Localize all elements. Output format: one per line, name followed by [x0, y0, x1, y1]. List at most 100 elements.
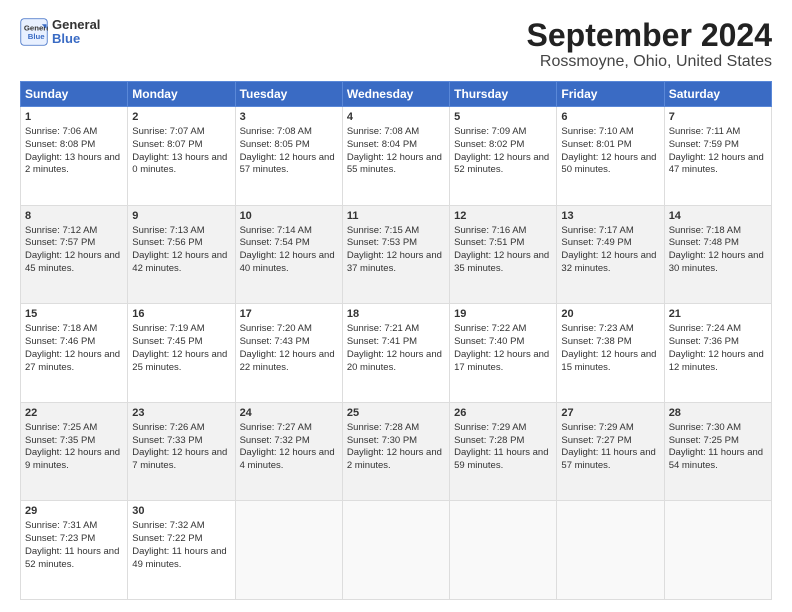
calendar-cell — [342, 501, 449, 600]
day-number: 3 — [240, 110, 338, 125]
calendar-header-row: Sunday Monday Tuesday Wednesday Thursday… — [21, 82, 772, 107]
day-number: 20 — [561, 307, 659, 322]
daylight-text: Daylight: 12 hours and 25 minutes. — [132, 349, 227, 373]
sunset-text: Sunset: 7:33 PM — [132, 435, 202, 446]
calendar-cell: 19Sunrise: 7:22 AMSunset: 7:40 PMDayligh… — [450, 304, 557, 403]
calendar-cell: 3Sunrise: 7:08 AMSunset: 8:05 PMDaylight… — [235, 107, 342, 206]
day-number: 10 — [240, 209, 338, 224]
daylight-text: Daylight: 12 hours and 32 minutes. — [561, 250, 656, 274]
sunrise-text: Sunrise: 7:25 AM — [25, 422, 97, 433]
sunset-text: Sunset: 7:54 PM — [240, 237, 310, 248]
sunset-text: Sunset: 7:23 PM — [25, 533, 95, 544]
calendar-cell: 12Sunrise: 7:16 AMSunset: 7:51 PMDayligh… — [450, 205, 557, 304]
sunrise-text: Sunrise: 7:19 AM — [132, 323, 204, 334]
sunrise-text: Sunrise: 7:10 AM — [561, 126, 633, 137]
page-title: September 2024 — [527, 18, 772, 53]
calendar-cell: 10Sunrise: 7:14 AMSunset: 7:54 PM Dayligh… — [235, 205, 342, 304]
day-number: 25 — [347, 406, 445, 421]
svg-text:Blue: Blue — [28, 32, 46, 41]
calendar-cell: 24Sunrise: 7:27 AMSunset: 7:32 PMDayligh… — [235, 402, 342, 501]
sunrise-text: Sunrise: 7:20 AM — [240, 323, 312, 334]
sunrise-text: Sunrise: 7:08 AM — [347, 126, 419, 137]
day-number: 7 — [669, 110, 767, 125]
sunrise-text: Sunrise: 7:23 AM — [561, 323, 633, 334]
daylight-text: Daylight: 12 hours and 50 minutes. — [561, 152, 656, 176]
col-friday: Friday — [557, 82, 664, 107]
day-number: 4 — [347, 110, 445, 125]
col-tuesday: Tuesday — [235, 82, 342, 107]
sunrise-text: Sunrise: 7:17 AM — [561, 225, 633, 236]
sunrise-text: Sunrise: 7:14 AM — [240, 225, 312, 236]
daylight-text: Daylight: 12 hours and 52 minutes. — [454, 152, 549, 176]
sunset-text: Sunset: 7:56 PM — [132, 237, 202, 248]
sunset-text: Sunset: 7:40 PM — [454, 336, 524, 347]
sunset-text: Sunset: 7:27 PM — [561, 435, 631, 446]
day-number: 8 — [25, 209, 123, 224]
calendar-cell: 23Sunrise: 7:26 AM Sunset: 7:33 PMDayligh… — [128, 402, 235, 501]
day-number: 21 — [669, 307, 767, 322]
day-number: 28 — [669, 406, 767, 421]
calendar-cell: 6Sunrise: 7:10 AMSunset: 8:01 PMDaylight… — [557, 107, 664, 206]
day-number: 1 — [25, 110, 123, 125]
sunrise-text: Sunrise: 7:32 AM — [132, 520, 204, 531]
sunset-text: Sunset: 7:53 PM — [347, 237, 417, 248]
daylight-text: Daylight: 12 hours and 7 minutes. — [132, 447, 227, 471]
daylight-text: Daylight: 12 hours and 4 minutes. — [240, 447, 335, 471]
col-sunday: Sunday — [21, 82, 128, 107]
sunrise-text: Sunrise: 7:26 AM — [132, 422, 204, 433]
day-number: 19 — [454, 307, 552, 322]
day-number: 22 — [25, 406, 123, 421]
calendar-week-row-4: 29Sunrise: 7:31 AMSunset: 7:23 PMDayligh… — [21, 501, 772, 600]
sunrise-text: Sunrise: 7:15 AM — [347, 225, 419, 236]
daylight-text: Daylight: 12 hours and 35 minutes. — [454, 250, 549, 274]
daylight-text: Daylight: 12 hours and 27 minutes. — [25, 349, 120, 373]
sunrise-text: Sunrise: 7:29 AM — [454, 422, 526, 433]
sunset-text: Sunset: 7:25 PM — [669, 435, 739, 446]
sunset-text: Sunset: 7:46 PM — [25, 336, 95, 347]
daylight-text: Daylight: 11 hours and 54 minutes. — [669, 447, 763, 471]
sunrise-text: Sunrise: 7:13 AM — [132, 225, 204, 236]
day-number: 13 — [561, 209, 659, 224]
calendar-cell: 16Sunrise: 7:19 AMSunset: 7:45 PMDayligh… — [128, 304, 235, 403]
sunset-text: Sunset: 7:32 PM — [240, 435, 310, 446]
day-number: 5 — [454, 110, 552, 125]
calendar-cell — [557, 501, 664, 600]
calendar-week-row-1: 8Sunrise: 7:12 AMSunset: 7:57 PMDaylight… — [21, 205, 772, 304]
calendar-cell: 5Sunrise: 7:09 AMSunset: 8:02 PMDaylight… — [450, 107, 557, 206]
daylight-text: Daylight: 12 hours and 37 minutes. — [347, 250, 442, 274]
sunrise-text: Sunrise: 7:09 AM — [454, 126, 526, 137]
daylight-text: Daylight: 12 hours and 55 minutes. — [347, 152, 442, 176]
daylight-text: Daylight: 12 hours and 45 minutes. — [25, 250, 120, 274]
daylight-text: Daylight: 12 hours and 12 minutes. — [669, 349, 764, 373]
day-number: 24 — [240, 406, 338, 421]
sunset-text: Sunset: 7:51 PM — [454, 237, 524, 248]
sunset-text: Sunset: 8:08 PM — [25, 139, 95, 150]
sunrise-text: Sunrise: 7:11 AM — [669, 126, 741, 137]
sunset-text: Sunset: 7:43 PM — [240, 336, 310, 347]
sunrise-text: Sunrise: 7:18 AM — [25, 323, 97, 334]
calendar-cell: 15Sunrise: 7:18 AMSunset: 7:46 PMDayligh… — [21, 304, 128, 403]
col-saturday: Saturday — [664, 82, 771, 107]
daylight-text: Daylight: 12 hours and 9 minutes. — [25, 447, 120, 471]
calendar-cell: 22Sunrise: 7:25 AM Sunset: 7:35 PMDayligh… — [21, 402, 128, 501]
day-number: 23 — [132, 406, 230, 421]
sunset-text: Sunset: 7:35 PM — [25, 435, 95, 446]
calendar-cell: 17Sunrise: 7:20 AMSunset: 7:43 PMDayligh… — [235, 304, 342, 403]
daylight-text: Daylight: 12 hours and 40 minutes. — [240, 250, 335, 274]
calendar-cell: 9Sunrise: 7:13 AMSunset: 7:56 PMDaylight… — [128, 205, 235, 304]
sunset-text: Sunset: 7:28 PM — [454, 435, 524, 446]
day-number: 30 — [132, 504, 230, 519]
day-number: 26 — [454, 406, 552, 421]
day-number: 27 — [561, 406, 659, 421]
calendar-cell: 13Sunrise: 7:17 AMSunset: 7:49 PMDayligh… — [557, 205, 664, 304]
calendar-cell: 21Sunrise: 7:24 AMSunset: 7:36 PMDayligh… — [664, 304, 771, 403]
daylight-text: Daylight: 12 hours and 15 minutes. — [561, 349, 656, 373]
page: General Blue General Blue September 2024… — [0, 0, 792, 612]
daylight-text: Daylight: 13 hours and 2 minutes. — [25, 152, 120, 176]
col-monday: Monday — [128, 82, 235, 107]
day-number: 16 — [132, 307, 230, 322]
sunrise-text: Sunrise: 7:16 AM — [454, 225, 526, 236]
sunset-text: Sunset: 7:38 PM — [561, 336, 631, 347]
title-block: September 2024 Rossmoyne, Ohio, United S… — [527, 18, 772, 71]
calendar-week-row-3: 22Sunrise: 7:25 AMSunset: 7:35 PMDayligh… — [21, 402, 772, 501]
